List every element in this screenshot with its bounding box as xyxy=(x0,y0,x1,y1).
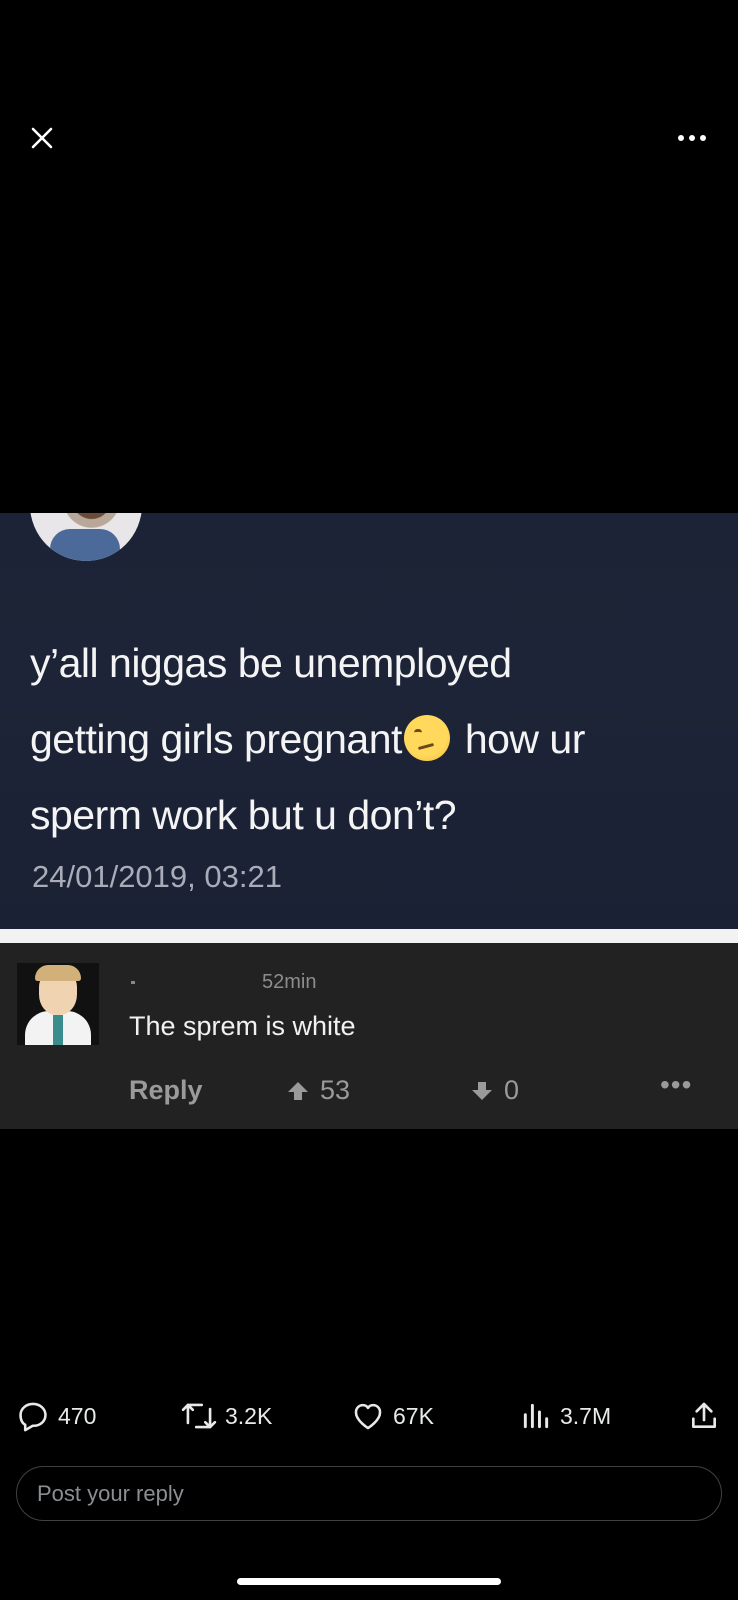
home-indicator[interactable] xyxy=(237,1578,501,1585)
repost-button[interactable]: 3.2K xyxy=(181,1396,272,1436)
reply-input[interactable]: Post your reply xyxy=(16,1466,722,1521)
upvote-count: 53 xyxy=(320,1075,351,1105)
comment-text: The sprem is white xyxy=(129,1011,356,1041)
like-count: 67K xyxy=(393,1402,434,1429)
image-divider xyxy=(0,929,738,943)
repost-icon xyxy=(181,1403,217,1429)
analytics-icon xyxy=(523,1403,549,1429)
reply-icon xyxy=(19,1402,47,1432)
tweet-action-bar: 470 3.2K 67K 3.7M xyxy=(0,1396,738,1436)
comment-time: 52min xyxy=(262,971,317,993)
comment-avatar xyxy=(17,963,99,1045)
comment-downvote: 0 xyxy=(470,1075,519,1106)
media-image[interactable]: y’all niggas be unemployed getting girls… xyxy=(0,513,738,1129)
tweet-screenshot: y’all niggas be unemployed getting girls… xyxy=(0,513,738,929)
comment-reply-label: Reply xyxy=(129,1075,203,1105)
heart-icon xyxy=(354,1403,382,1430)
reply-input-placeholder: Post your reply xyxy=(37,1480,184,1506)
more-options-button[interactable] xyxy=(668,118,716,158)
repost-count: 3.2K xyxy=(225,1402,273,1429)
reply-count: 470 xyxy=(58,1402,97,1429)
arrow-down-icon xyxy=(472,1081,492,1100)
tweet-text-line: sperm work but u don’t? xyxy=(30,792,457,838)
arrow-up-icon xyxy=(288,1081,308,1100)
more-options-icon xyxy=(678,135,706,141)
comment-upvote: 53 xyxy=(286,1075,350,1106)
views-count: 3.7M xyxy=(560,1402,612,1429)
share-icon xyxy=(692,1402,716,1428)
tweet-text-line: getting girls pregnant how ur xyxy=(30,715,585,762)
comment-screenshot: 52min The sprem is white Reply 53 0 ••• xyxy=(0,943,738,1129)
tweet-text-line: y’all niggas be unemployed xyxy=(30,640,512,686)
share-button[interactable] xyxy=(688,1396,720,1436)
reply-button[interactable]: 470 xyxy=(16,1396,96,1436)
thinking-face-emoji-icon xyxy=(403,715,450,761)
views-button[interactable]: 3.7M xyxy=(520,1396,611,1436)
tweet-date: 24/01/2019, 03:21 xyxy=(32,859,282,894)
comment-author xyxy=(131,981,135,984)
close-icon xyxy=(31,127,53,149)
tweet-avatar xyxy=(30,513,142,561)
comment-more-label: ••• xyxy=(660,1069,693,1100)
like-button[interactable]: 67K xyxy=(351,1396,434,1436)
downvote-count: 0 xyxy=(504,1075,520,1105)
tweet-text: y’all niggas be unemployed getting girls… xyxy=(30,625,710,853)
close-button[interactable] xyxy=(22,118,62,158)
